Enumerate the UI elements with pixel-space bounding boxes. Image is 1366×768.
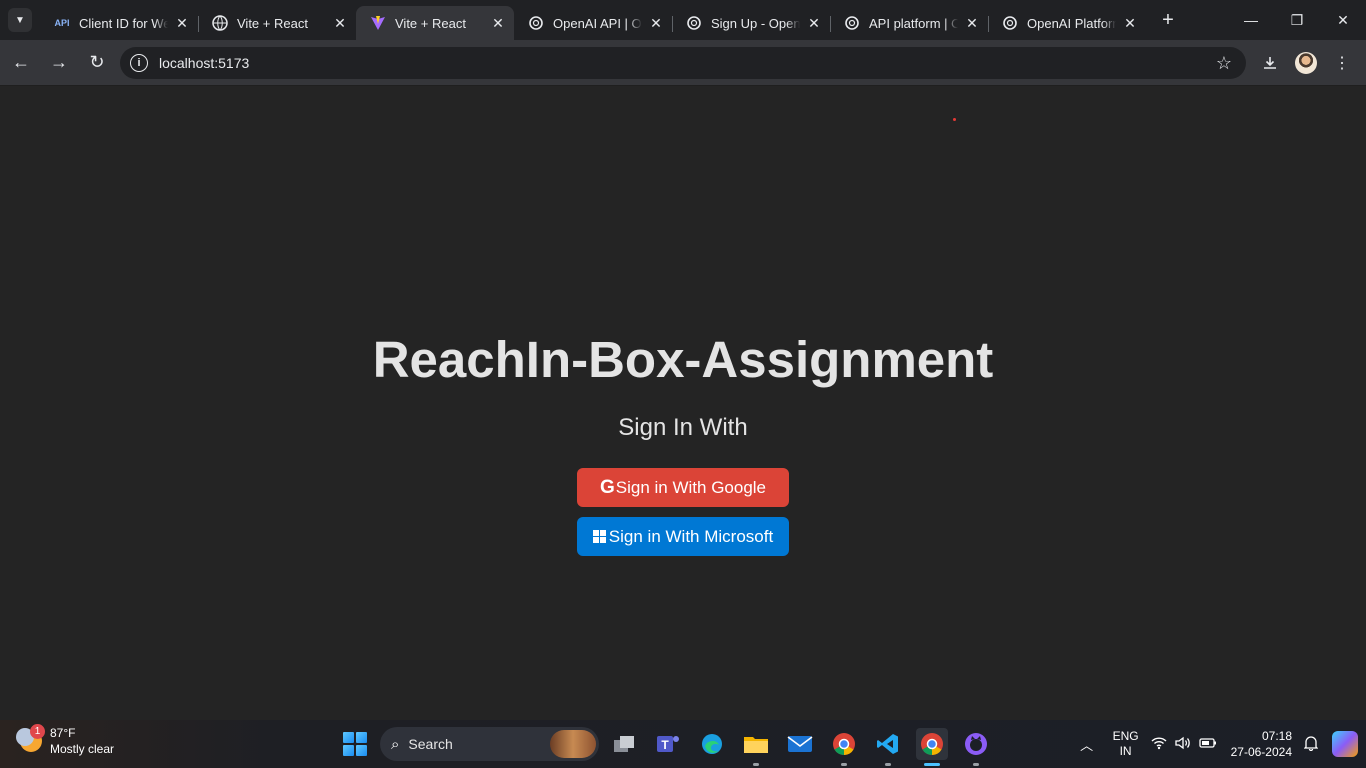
github-icon[interactable] (960, 728, 992, 766)
tab-title: OpenAI Platform (1027, 15, 1116, 31)
page-title: ReachIn-Box-Assignment (372, 331, 994, 388)
quick-settings[interactable] (1151, 736, 1217, 753)
vite-icon (370, 15, 386, 31)
google-button-label: Sign in With Google (615, 477, 767, 497)
new-tab-icon[interactable]: + (1154, 6, 1182, 34)
tab-api-platform[interactable]: API platform | O ✕ (830, 6, 988, 40)
address-url[interactable]: localhost:5173 (159, 55, 249, 71)
clock-date: 27-06-2024 (1230, 745, 1292, 759)
language-indicator[interactable]: ENG IN (1113, 729, 1139, 759)
weather-temp: 87°F (50, 726, 76, 740)
weather-condition: Mostly clear (50, 742, 115, 756)
chevron-up-icon[interactable]: ︿ (1075, 735, 1099, 754)
download-icon[interactable] (1252, 46, 1288, 80)
chrome-icon[interactable] (828, 728, 860, 766)
tab-search-chevron-icon[interactable]: ▼ (8, 8, 32, 32)
profile-avatar[interactable] (1295, 52, 1317, 74)
search-icon: ⌕ (391, 735, 400, 753)
globe-icon (212, 15, 228, 31)
openai-icon (528, 15, 544, 31)
site-info-icon[interactable]: i (130, 54, 148, 72)
page-content: ReachIn-Box-Assignment Sign In With G Si… (0, 87, 1366, 720)
api-icon: API (54, 18, 70, 28)
system-tray: ︿ ENG IN 07:18 27-06-2024 (1075, 720, 1366, 768)
teams-icon[interactable]: T (652, 728, 684, 760)
tab-title: Sign Up - OpenA (711, 15, 800, 31)
svg-text:T: T (661, 738, 669, 752)
mail-icon[interactable] (784, 728, 816, 760)
weather-widget[interactable]: 1 87°F Mostly clear (14, 724, 115, 757)
search-highlight-image (550, 730, 596, 758)
tab-openai-platform[interactable]: OpenAI Platform ✕ (988, 6, 1146, 40)
sign-in-subtitle: Sign In With (618, 414, 748, 441)
vscode-icon[interactable] (872, 728, 904, 766)
tab-client-id[interactable]: API Client ID for Web ✕ (40, 6, 198, 40)
close-icon[interactable]: ✕ (490, 15, 506, 31)
clock-time: 07:18 (1261, 729, 1292, 743)
forward-icon[interactable]: → (42, 46, 76, 80)
tab-title: Client ID for Web (79, 15, 168, 31)
openai-icon (844, 15, 860, 31)
windows-icon (592, 530, 606, 543)
task-view-icon[interactable] (608, 728, 640, 760)
red-dot (953, 118, 956, 121)
window-controls: — ❐ ✕ (1228, 0, 1366, 40)
close-window-icon[interactable]: ✕ (1320, 0, 1366, 40)
weather-moon-icon: 1 (14, 724, 45, 756)
notification-badge: 1 (30, 724, 45, 739)
volume-icon (1174, 736, 1191, 753)
bookmark-star-icon[interactable]: ☆ (1216, 53, 1232, 74)
google-icon: G (599, 476, 615, 498)
back-icon[interactable]: ← (4, 46, 38, 80)
sign-in-google-button[interactable]: G Sign in With Google (577, 468, 789, 507)
close-icon[interactable]: ✕ (806, 15, 822, 31)
copilot-icon[interactable] (1332, 731, 1358, 757)
battery-icon (1198, 736, 1217, 753)
openai-icon (1002, 15, 1018, 31)
language-line2: IN (1119, 744, 1132, 758)
taskbar-search[interactable]: ⌕ Search (380, 727, 599, 761)
close-icon[interactable]: ✕ (1122, 15, 1138, 31)
chrome-icon[interactable] (916, 728, 948, 766)
tab-vite-react-1[interactable]: Vite + React ✕ (198, 6, 356, 40)
notification-bell-icon[interactable] (1303, 735, 1319, 754)
tab-title: Vite + React (395, 15, 466, 31)
tab-openai-api[interactable]: OpenAI API | Op ✕ (514, 6, 672, 40)
edge-icon[interactable] (696, 728, 728, 760)
clock[interactable]: 07:18 27-06-2024 (1231, 728, 1292, 760)
minimize-icon[interactable]: — (1228, 0, 1274, 40)
tab-title: OpenAI API | Op (553, 15, 642, 31)
close-icon[interactable]: ✕ (174, 15, 190, 31)
tab-sign-up-openai[interactable]: Sign Up - OpenA ✕ (672, 6, 830, 40)
close-icon[interactable]: ✕ (964, 15, 980, 31)
language-line1: ENG (1112, 729, 1139, 743)
tab-title: API platform | O (869, 15, 958, 31)
file-explorer-icon[interactable] (740, 728, 772, 766)
taskbar: 1 87°F Mostly clear ⌕ Search T ︿ ENG IN … (0, 720, 1366, 768)
search-label: Search (408, 736, 453, 752)
address-bar[interactable]: i localhost:5173 ☆ (120, 47, 1246, 79)
tab-title: Vite + React (237, 15, 308, 31)
close-icon[interactable]: ✕ (332, 15, 348, 31)
start-button-windows-icon[interactable] (343, 732, 367, 756)
tab-vite-react-active[interactable]: Vite + React ✕ (356, 6, 514, 40)
openai-icon (686, 15, 702, 31)
microsoft-button-label: Sign in With Microsoft (608, 526, 774, 546)
menu-kebab-icon[interactable]: ⋮ (1324, 46, 1360, 80)
restore-icon[interactable]: ❐ (1274, 0, 1320, 40)
toolbar-actions: ⋮ (1252, 46, 1360, 80)
close-icon[interactable]: ✕ (648, 15, 664, 31)
sign-in-microsoft-button[interactable]: Sign in With Microsoft (577, 517, 789, 556)
browser-toolbar: ← → ↻ i localhost:5173 ☆ ⋮ (0, 40, 1366, 86)
wifi-icon (1151, 736, 1167, 753)
tab-list: API Client ID for Web ✕ Vite + React ✕ V… (40, 0, 1146, 40)
reload-icon[interactable]: ↻ (80, 46, 114, 80)
tab-strip: ▼ API Client ID for Web ✕ Vite + React ✕… (0, 0, 1366, 40)
